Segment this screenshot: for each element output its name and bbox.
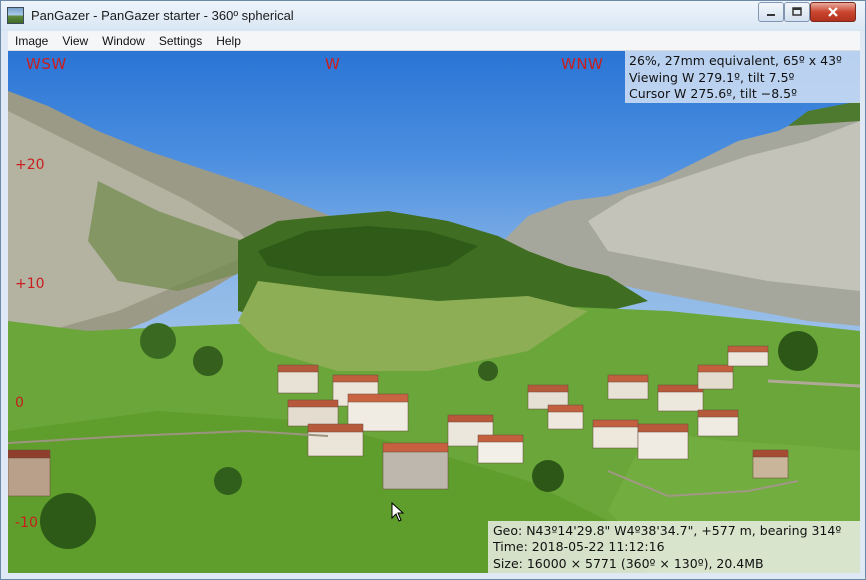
panorama-viewport[interactable]: WSW W WNW +20 +10 0 -10 26%, 27mm equiva… [8, 51, 860, 573]
window-title: PanGazer - PanGazer starter - 360º spher… [31, 8, 294, 23]
maximize-icon [792, 7, 802, 16]
app-icon [7, 7, 24, 24]
tilt-label-plus20: +20 [15, 157, 45, 173]
time-info: Time: 2018-05-22 11:12:16 [493, 539, 665, 555]
compass-label-center: W [325, 55, 341, 73]
tilt-label-zero: 0 [15, 395, 24, 411]
menu-bar: Image View Window Settings Help [8, 31, 860, 51]
tilt-label-plus10: +10 [15, 276, 45, 292]
image-metadata-panel: Geo: N43º14'29.8" W4º38'34.7", +577 m, b… [488, 521, 860, 573]
compass-label-right: WNW [561, 55, 604, 73]
minimize-icon [767, 14, 775, 16]
menu-image[interactable]: Image [8, 34, 55, 48]
view-info-panel: 26%, 27mm equivalent, 65º x 43º Viewing … [625, 51, 860, 103]
close-button[interactable] [810, 2, 856, 22]
geo-info: Geo: N43º14'29.8" W4º38'34.7", +577 m, b… [493, 523, 842, 538]
app-window: PanGazer - PanGazer starter - 360º spher… [0, 0, 866, 580]
panorama-image [8, 91, 860, 573]
cursor-info: Cursor W 275.6º, tilt −8.5º [629, 86, 797, 101]
viewing-info: Viewing W 279.1º, tilt 7.5º [629, 69, 795, 85]
menu-view[interactable]: View [55, 34, 95, 48]
title-bar[interactable]: PanGazer - PanGazer starter - 360º spher… [1, 1, 865, 31]
maximize-button[interactable] [784, 2, 810, 22]
close-icon [828, 7, 838, 17]
zoom-info: 26%, 27mm equivalent, 65º x 43º [629, 53, 842, 68]
menu-window[interactable]: Window [95, 34, 152, 48]
tilt-label-minus10: -10 [15, 515, 38, 531]
size-info: Size: 16000 × 5771 (360º × 130º), 20.4MB [493, 555, 764, 571]
minimize-button[interactable] [758, 2, 784, 22]
menu-help[interactable]: Help [209, 34, 248, 48]
menu-settings[interactable]: Settings [152, 34, 209, 48]
compass-label-left: WSW [26, 55, 67, 73]
mouse-cursor-icon [391, 502, 405, 522]
